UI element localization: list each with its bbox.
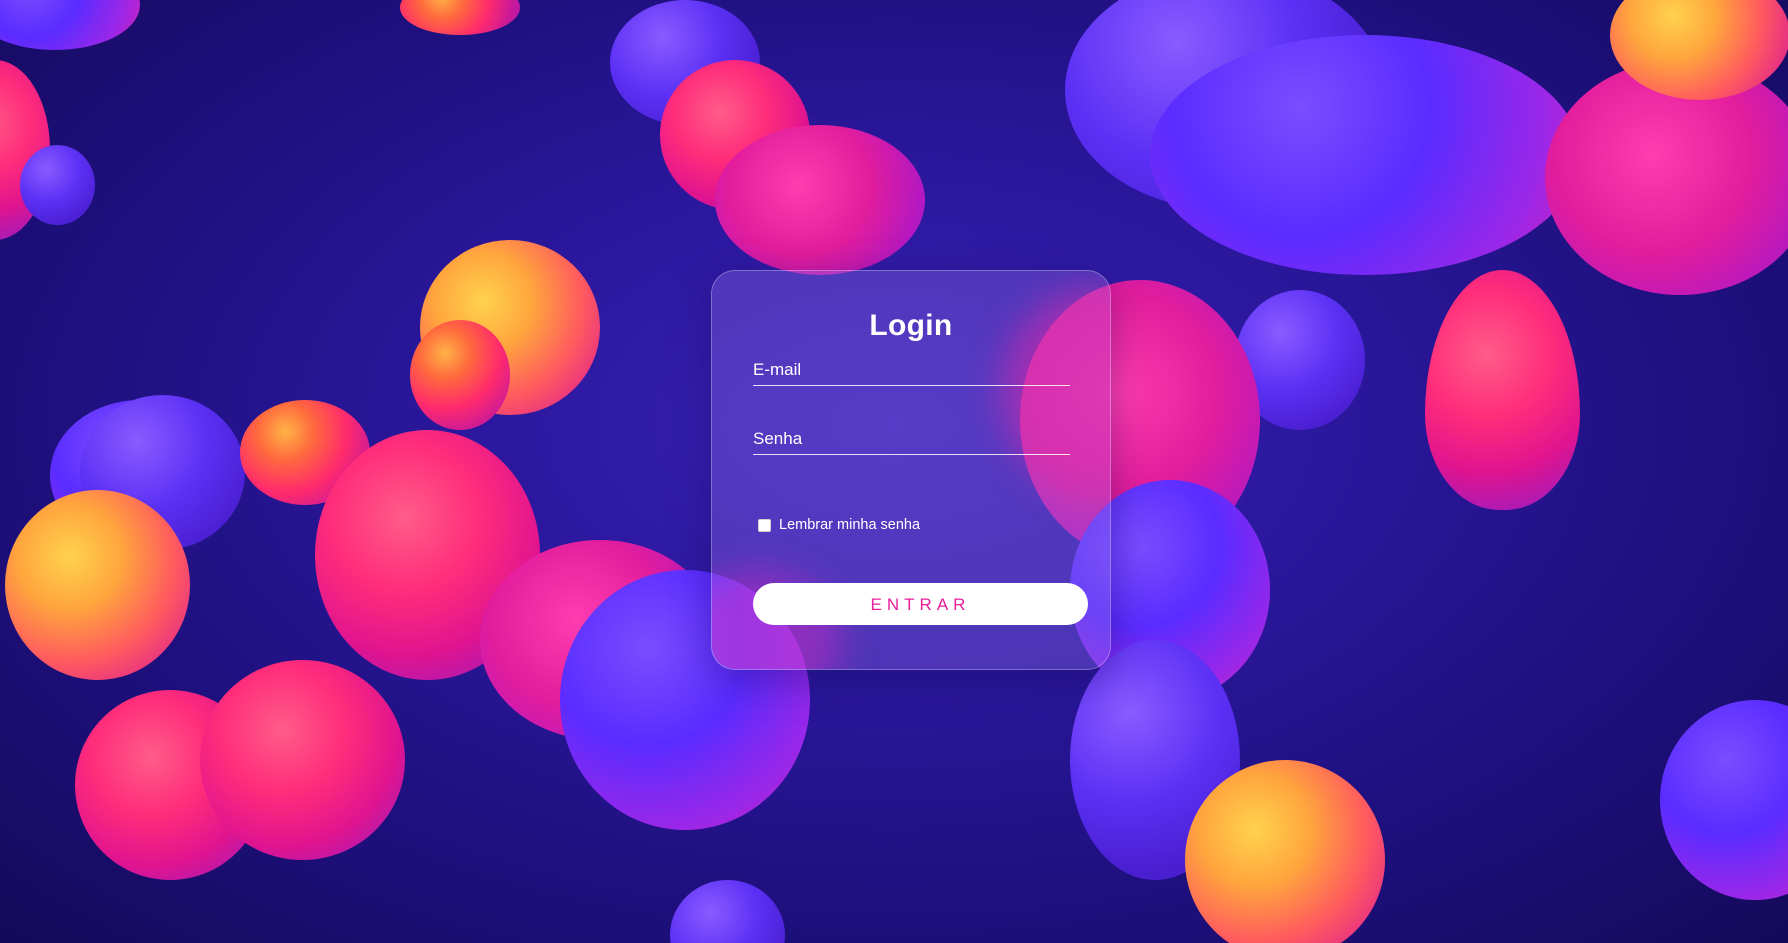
login-form: Login Lembrar minha senha ENTRAR	[711, 270, 1111, 670]
background-blob	[5, 490, 190, 680]
background-blob	[410, 320, 510, 430]
remember-password-label: Lembrar minha senha	[779, 517, 921, 533]
background-blob	[715, 125, 925, 275]
background-blob	[0, 0, 140, 50]
background-blob	[1660, 700, 1788, 900]
email-field-wrapper	[753, 347, 1070, 386]
background-blob	[400, 0, 520, 35]
background-blob	[1150, 35, 1580, 275]
login-button[interactable]: ENTRAR	[753, 583, 1088, 625]
password-field-wrapper	[753, 416, 1070, 455]
password-field[interactable]	[753, 429, 1070, 449]
login-title: Login	[869, 309, 953, 342]
background-blob	[1185, 760, 1385, 943]
background-blob	[20, 145, 95, 225]
background-blob	[670, 880, 785, 943]
background-blob	[200, 660, 405, 860]
background-blob	[1425, 270, 1580, 510]
email-field[interactable]	[753, 360, 1070, 380]
remember-password-option[interactable]: Lembrar minha senha	[758, 517, 920, 533]
remember-password-checkbox[interactable]	[758, 518, 771, 532]
